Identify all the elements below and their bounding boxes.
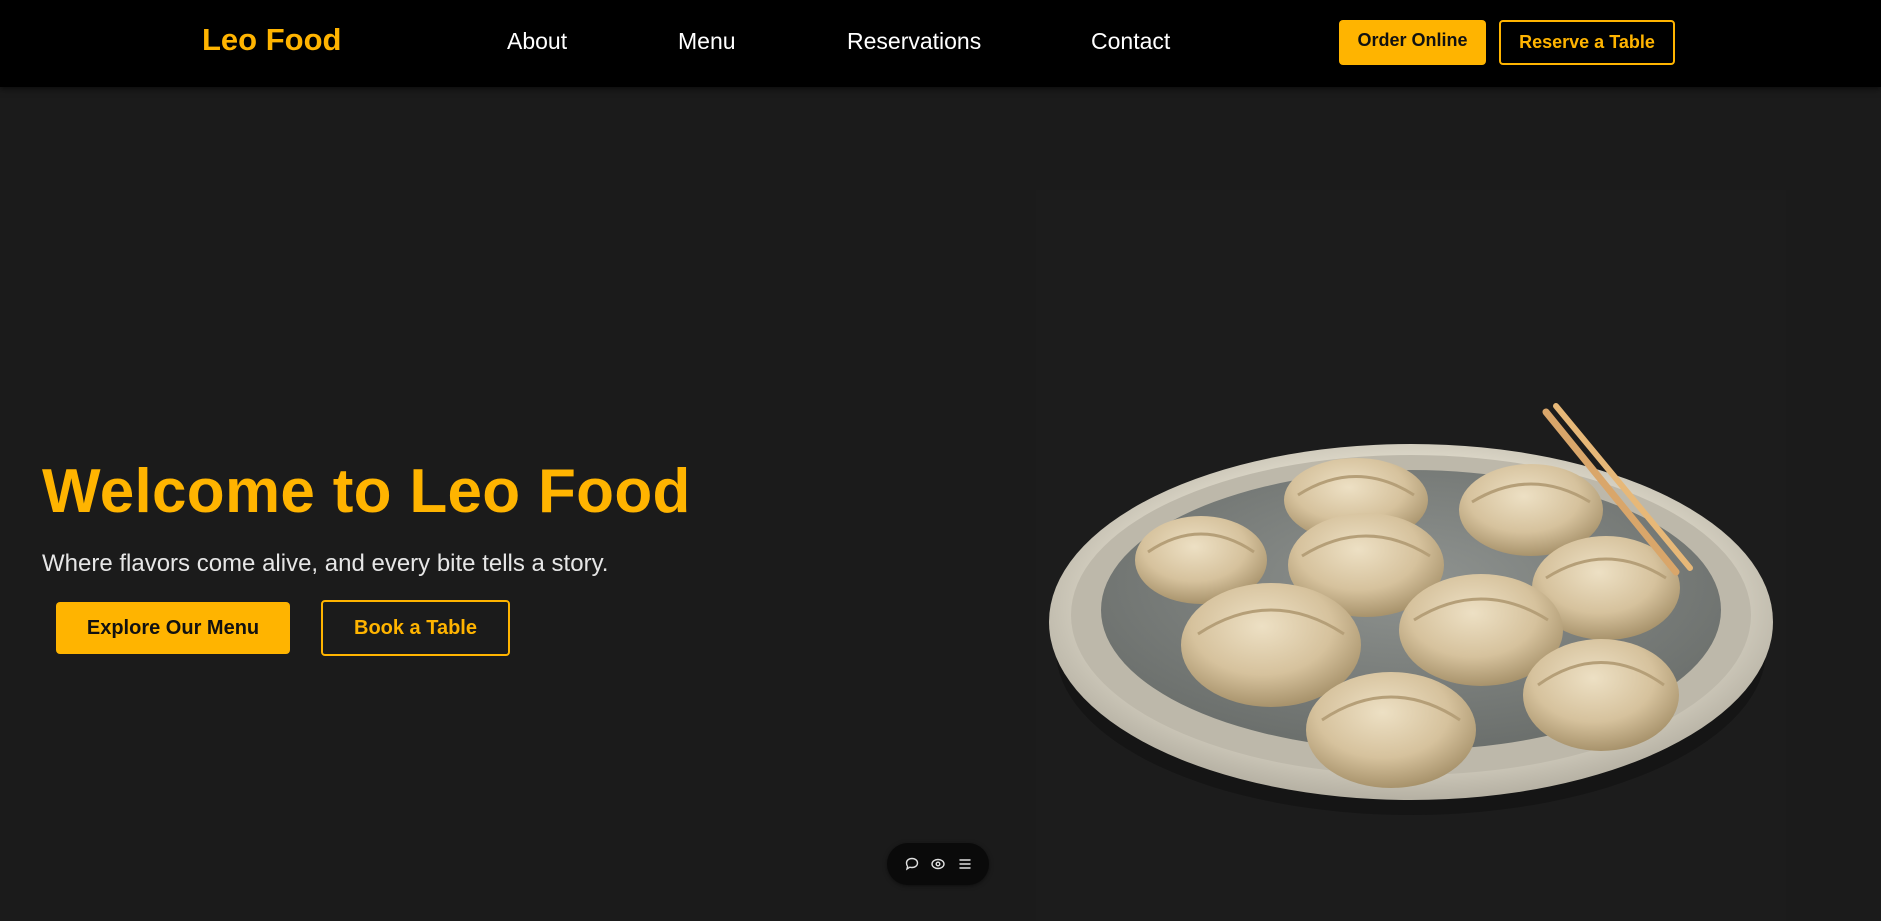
hero-section: Welcome to Leo Food Where flavors come a… xyxy=(0,87,1881,921)
dumplings-plate-image xyxy=(1049,403,1773,815)
hero-image-panel xyxy=(1036,190,1786,921)
nav-link-contact[interactable]: Contact xyxy=(1091,28,1170,55)
nav-link-reservations[interactable]: Reservations xyxy=(847,28,981,55)
hero-subtitle: Where flavors come alive, and every bite… xyxy=(42,550,609,577)
explore-menu-button[interactable]: Explore Our Menu xyxy=(56,602,290,654)
nav-link-about[interactable]: About xyxy=(507,28,567,55)
navbar: Leo Food About Menu Reservations Contact… xyxy=(0,0,1881,87)
comment-icon[interactable] xyxy=(902,854,922,874)
logo[interactable]: Leo Food xyxy=(202,22,341,58)
menu-icon[interactable] xyxy=(955,854,975,874)
book-table-button[interactable]: Book a Table xyxy=(321,600,510,656)
eye-icon[interactable] xyxy=(928,854,948,874)
order-online-button[interactable]: Order Online xyxy=(1339,20,1486,65)
nav-link-menu[interactable]: Menu xyxy=(678,28,736,55)
floating-toolbar xyxy=(887,843,989,885)
hero-title: Welcome to Leo Food xyxy=(42,457,691,526)
reserve-table-button[interactable]: Reserve a Table xyxy=(1499,20,1675,65)
